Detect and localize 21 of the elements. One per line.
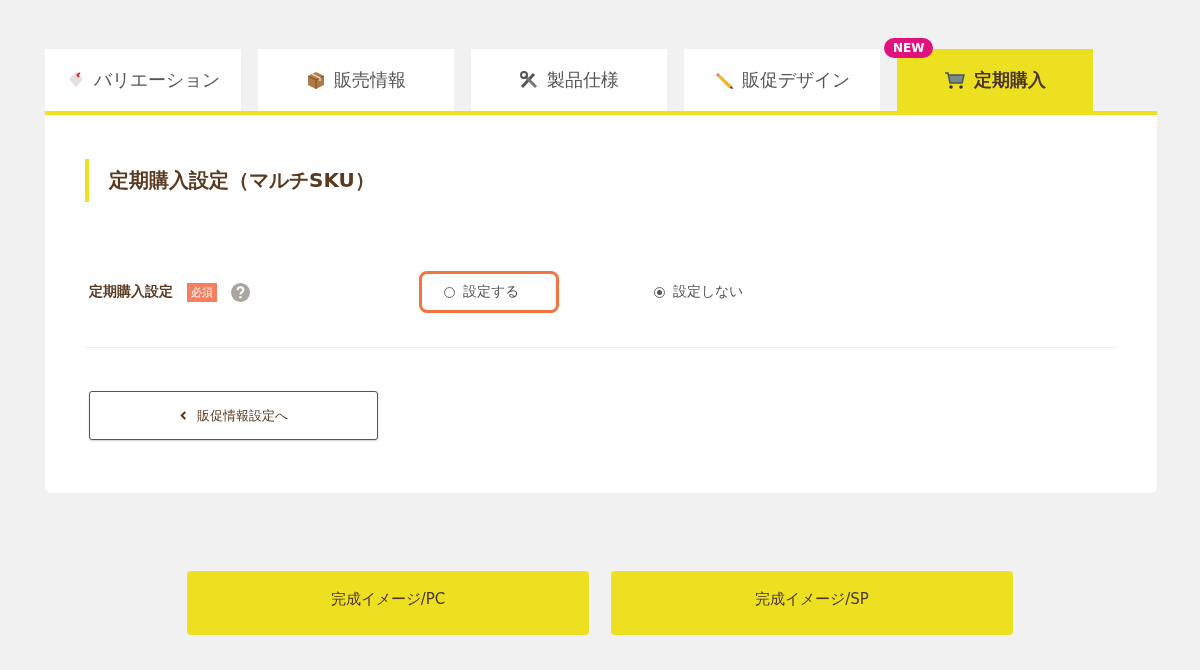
section-title: 定期購入設定（マルチSKU）	[85, 159, 1117, 202]
back-button[interactable]: 販促情報設定へ	[89, 391, 378, 440]
tab[interactable]: バリエーション	[45, 49, 241, 111]
new-badge: NEW	[884, 38, 934, 58]
pencil-icon	[714, 70, 734, 90]
option-label: 設定しない	[673, 283, 743, 301]
tab[interactable]: 販売情報	[258, 49, 454, 111]
box-icon	[306, 70, 326, 90]
preview-button[interactable]: 完成イメージ/SP	[611, 571, 1013, 635]
required-badge: 必須	[187, 282, 217, 302]
preview-button[interactable]: 完成イメージ/PC	[187, 571, 589, 635]
tools-icon	[519, 70, 539, 90]
tab[interactable]: 販促デザイン	[684, 49, 880, 111]
option-label: 設定する	[463, 283, 519, 301]
radio-option[interactable]: 設定しない	[629, 271, 769, 313]
field-label: 定期購入設定	[89, 283, 173, 301]
tab[interactable]: 製品仕様	[471, 49, 667, 111]
radio-option[interactable]: 設定する	[419, 271, 559, 313]
cart-icon	[944, 70, 966, 90]
help-icon[interactable]	[231, 282, 250, 302]
chevron-left-icon	[179, 411, 187, 420]
